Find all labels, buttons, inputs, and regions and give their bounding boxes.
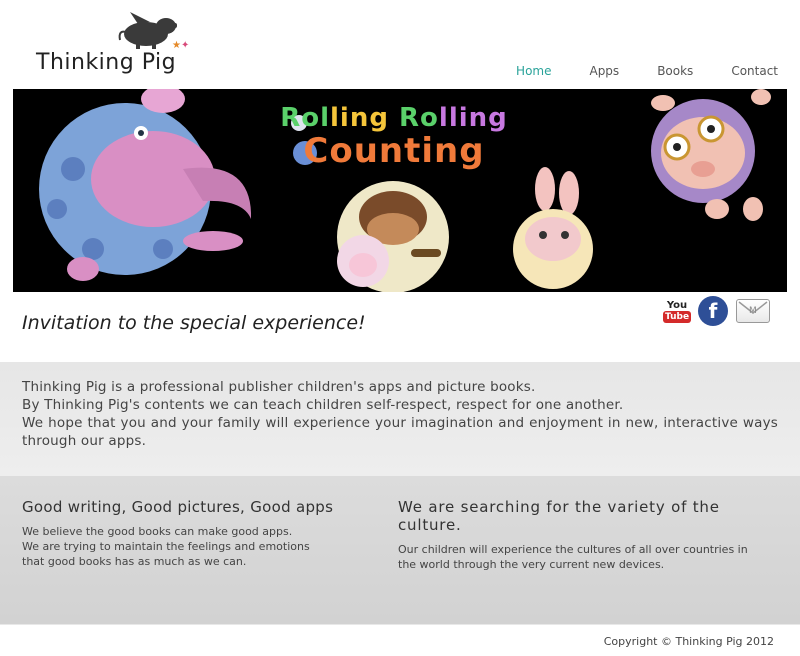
banner-title-line1: Rolling Rolling: [280, 103, 508, 133]
intro-section: Thinking Pig is a professional publisher…: [0, 362, 800, 476]
pig-character: [651, 89, 771, 221]
mail-icon[interactable]: M: [736, 299, 770, 323]
social-links: You Tube f M: [662, 296, 770, 326]
nav-apps[interactable]: Apps: [589, 64, 619, 78]
banner-title-line2: Counting: [303, 131, 485, 171]
flying-pig-icon: [118, 12, 177, 49]
hero-banner[interactable]: Rolling Rolling Counting: [13, 89, 787, 292]
feature-line: Our children will experience the culture…: [398, 543, 748, 556]
intro-line-1: Thinking Pig is a professional publisher…: [22, 379, 536, 395]
intro-line-2: By Thinking Pig's contents we can teach …: [22, 397, 624, 413]
feature-culture: We are searching for the variety of the …: [398, 498, 788, 572]
logo-text: Thinking Pig: [36, 50, 177, 75]
youtube-icon[interactable]: You Tube: [662, 296, 692, 326]
svg-text:M: M: [749, 306, 757, 316]
feature-line: We are trying to maintain the feelings a…: [22, 540, 310, 553]
footer: Copyright © Thinking Pig 2012: [0, 624, 800, 656]
nav-books[interactable]: Books: [657, 64, 693, 78]
main-nav: Home Apps Books Contact: [516, 64, 778, 78]
feature-heading: Good writing, Good pictures, Good apps: [22, 498, 334, 516]
nav-home[interactable]: Home: [516, 64, 551, 78]
features-section: Good writing, Good pictures, Good apps W…: [0, 476, 800, 624]
facebook-icon[interactable]: f: [698, 296, 728, 326]
feature-line: that good books has as much as we can.: [22, 555, 247, 568]
nav-contact[interactable]: Contact: [731, 64, 778, 78]
header: ★✦ Thinking Pig Home Apps Books Contact: [0, 0, 800, 88]
feature-heading: We are searching for the variety of the …: [398, 498, 720, 534]
bunny-character: [513, 167, 593, 289]
feature-good-apps: Good writing, Good pictures, Good apps W…: [22, 498, 352, 569]
banner-title: Rolling Rolling Counting: [249, 103, 539, 169]
intro-line-3: We hope that you and your family will ex…: [22, 415, 778, 449]
copyright-text: Copyright © Thinking Pig 2012: [603, 635, 774, 648]
elephant-character: [39, 89, 252, 281]
sheep-character: [337, 235, 389, 287]
tagline: Invitation to the special experience!: [22, 312, 366, 334]
feature-line: We believe the good books can make good …: [22, 525, 293, 538]
feature-line: the world through the very current new d…: [398, 558, 665, 571]
logo[interactable]: ★✦ Thinking Pig: [36, 10, 206, 80]
